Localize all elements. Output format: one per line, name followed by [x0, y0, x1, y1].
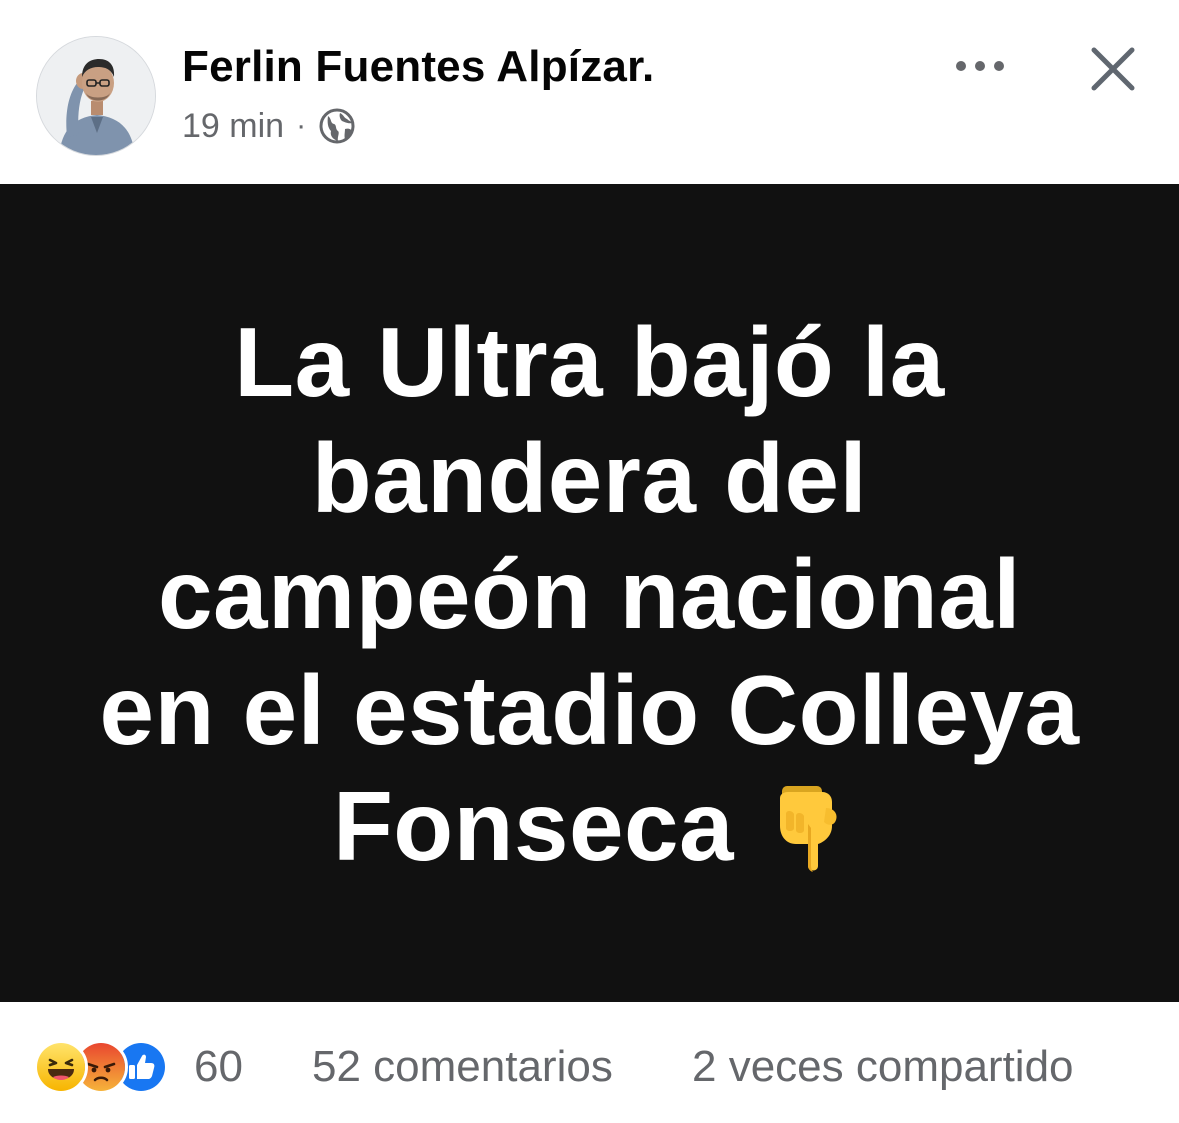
globe-icon[interactable] [318, 107, 356, 145]
facebook-post: Ferlin Fuentes Alpízar. 19 min · La Ultr… [0, 0, 1179, 1123]
more-dots-icon [956, 61, 1004, 71]
post-image-text: La Ultra bajó la bandera del campeón nac… [40, 304, 1139, 884]
haha-reaction-icon[interactable] [34, 1040, 88, 1094]
meta-separator: · [296, 109, 307, 142]
post-header: Ferlin Fuentes Alpízar. 19 min · [0, 0, 1179, 184]
avatar-photo [37, 37, 155, 155]
post-image[interactable]: La Ultra bajó la bandera del campeón nac… [0, 184, 1179, 1002]
close-icon [1091, 47, 1135, 91]
image-text-line: bandera del [311, 423, 868, 533]
post-meta: 19 min · [182, 104, 356, 148]
post-footer: 60 52 comentarios 2 veces compartido [0, 1002, 1179, 1123]
image-text-line: campeón nacional [157, 539, 1021, 649]
post-timestamp[interactable]: 19 min [182, 107, 284, 146]
reaction-icons[interactable] [34, 1040, 168, 1094]
close-button[interactable] [1082, 38, 1144, 100]
image-text-line-last: Fonseca [40, 768, 1139, 884]
comments-count[interactable]: 52 comentarios [312, 1042, 613, 1092]
shares-count[interactable]: 2 veces compartido [692, 1042, 1074, 1092]
author-avatar[interactable] [36, 36, 156, 156]
author-name[interactable]: Ferlin Fuentes Alpízar. [182, 42, 654, 92]
image-text-word: Fonseca [332, 771, 735, 881]
more-options-button[interactable] [948, 42, 1012, 90]
reaction-count[interactable]: 60 [194, 1042, 243, 1092]
image-text-line: La Ultra bajó la [234, 307, 945, 417]
pointing-down-hand-emoji [774, 782, 846, 872]
image-text-line: en el estadio Colleya [99, 655, 1080, 765]
